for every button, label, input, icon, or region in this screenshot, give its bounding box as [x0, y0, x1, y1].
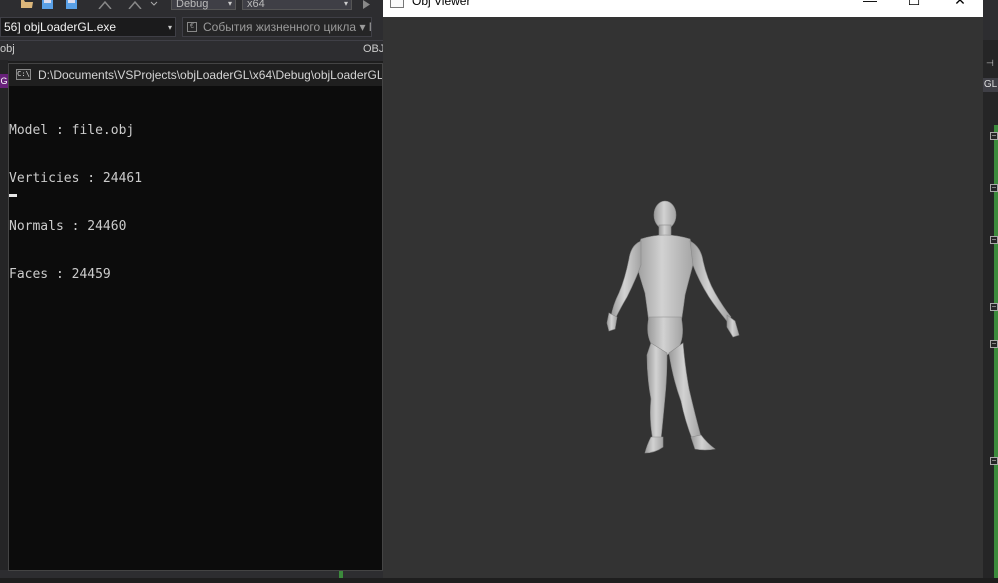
console-cursor [9, 194, 17, 197]
platform-value: x64 [247, 0, 265, 10]
model-left-leg [646, 342, 668, 442]
document-tab-fragment[interactable]: obj [0, 43, 15, 55]
gl-viewport[interactable] [383, 17, 983, 578]
solution-config-dropdown[interactable]: Debug ▾ [171, 0, 236, 10]
model-torso [634, 234, 696, 324]
chevron-down-icon: ▾ [227, 0, 232, 8]
collapse-icon[interactable]: − [990, 236, 998, 244]
console-output: Model : file.obj Verticies : 24461 Norma… [9, 91, 142, 331]
viewer-titlebar[interactable]: Obj Viewer — ☐ ✕ [383, 0, 983, 17]
vs-right-label: GL [983, 78, 998, 92]
process-dropdown[interactable]: 56] objLoaderGL.exe ▾ [0, 17, 176, 37]
vs-left-edge [0, 60, 8, 578]
chevron-down-icon: ▾ [343, 0, 348, 8]
change-tracking-bar-bottom [339, 570, 343, 578]
collapse-icon[interactable]: − [990, 340, 998, 348]
solution-config-value: Debug [176, 0, 209, 10]
start-debugging-icon[interactable] [361, 0, 371, 9]
viewer-title: Obj Viewer [412, 0, 471, 8]
model-left-arm [610, 240, 642, 320]
redo-icon[interactable] [128, 0, 142, 9]
chevron-down-icon: ▾ [167, 23, 172, 32]
collapse-icon[interactable]: − [990, 303, 998, 311]
collapse-icon[interactable]: − [990, 457, 998, 465]
collapse-icon[interactable]: − [990, 132, 998, 140]
console-titlebar[interactable]: C:\ D:\Documents\VSProjects\objLoaderGL\… [9, 64, 382, 86]
vs-bottom-strip [0, 570, 383, 578]
console-window[interactable]: C:\ D:\Documents\VSProjects\objLoaderGL\… [8, 63, 383, 571]
pin-icon[interactable]: ⊣ [986, 58, 994, 69]
maximize-button[interactable]: ☐ [891, 0, 937, 17]
human-model-render [606, 200, 740, 454]
model-right-foot [690, 434, 716, 451]
save-all-icon[interactable] [64, 0, 77, 9]
console-line-faces: Faces : 24459 [9, 267, 111, 282]
lifecycle-events-label: События жизненного цикла [203, 20, 357, 34]
obj-viewer-window[interactable]: Obj Viewer — ☐ ✕ [383, 0, 983, 578]
console-title: D:\Documents\VSProjects\objLoaderGL\x64\… [38, 68, 382, 82]
viewer-app-icon [390, 0, 404, 8]
human-model [606, 200, 740, 454]
console-line-model: Model : file.obj [9, 123, 135, 138]
open-folder-icon[interactable] [20, 0, 34, 9]
platform-dropdown[interactable]: x64 ▾ [242, 0, 352, 10]
model-left-foot [644, 436, 664, 454]
console-line-normals: Normals : 24460 [9, 219, 127, 234]
lifecycle-events-dropdown[interactable]: € События жизненного цикла ▾ П [182, 17, 372, 37]
minimize-button[interactable]: — [847, 0, 893, 17]
model-right-leg [668, 342, 702, 442]
process-value: 56] objLoaderGL.exe [4, 20, 117, 34]
close-button[interactable]: ✕ [937, 0, 983, 17]
console-line-verticies: Verticies : 24461 [9, 171, 143, 186]
chevron-down-icon[interactable] [150, 0, 158, 9]
model-right-hand [726, 314, 740, 338]
lifecycle-extra: ▾ П [359, 20, 371, 34]
collapse-icon[interactable]: − [990, 184, 998, 192]
lifecycle-events-icon: € [187, 22, 197, 32]
vs-left-badge: G [0, 74, 8, 88]
change-tracking-bar [994, 125, 998, 578]
save-icon[interactable] [42, 0, 53, 9]
model-right-arm [689, 240, 732, 322]
console-app-icon: C:\ [16, 69, 31, 80]
undo-icon[interactable] [98, 0, 112, 9]
document-tab-obj[interactable]: OBJ [363, 43, 384, 55]
